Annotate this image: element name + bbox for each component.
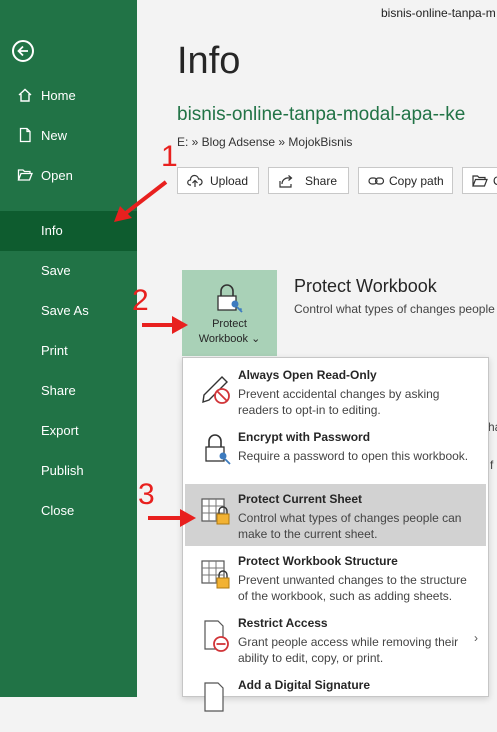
sidebar-item-publish[interactable]: Publish — [0, 451, 137, 491]
protect-workbook-button[interactable]: Protect Workbook ⌄ — [182, 270, 277, 356]
upload-label: Upload — [210, 174, 249, 188]
folder-icon — [472, 175, 488, 187]
menu-item-title: Protect Workbook Structure — [238, 554, 398, 568]
copy-path-label: Copy path — [389, 174, 444, 188]
menu-item-title: Encrypt with Password — [238, 430, 371, 444]
menu-item-protect-current-sheet[interactable]: Protect Current Sheet Control what types… — [185, 484, 486, 546]
menu-item-description: Require a password to open this workbook… — [238, 449, 469, 463]
menu-item-description: Prevent unwanted changes to the structur… — [238, 573, 467, 603]
sidebar-item-label: Save As — [41, 303, 89, 318]
protect-workbook-title: Protect Workbook — [294, 276, 437, 296]
sidebar-item-label: Publish — [41, 463, 84, 478]
pencil-no-icon — [202, 376, 230, 404]
sidebar-item-new[interactable]: New — [0, 116, 137, 156]
upload-button[interactable]: Upload — [177, 167, 259, 194]
menu-item-description: Control what types of changes people can… — [238, 511, 462, 541]
sidebar-item-label: Info — [41, 223, 63, 238]
open-location-button[interactable]: O — [462, 167, 497, 194]
chevron-right-icon: › — [474, 631, 478, 645]
menu-item-protect-workbook-structure[interactable]: Protect Workbook Structure Prevent unwan… — [185, 546, 486, 608]
annotation-arrow-2 — [142, 316, 188, 334]
hidden-text-fragment: f — [490, 458, 494, 472]
workbook-lock-icon — [201, 560, 230, 589]
protect-workbook-menu: Always Open Read-Only Prevent accidental… — [182, 357, 489, 712]
new-doc-icon — [19, 127, 31, 143]
link-icon — [368, 177, 385, 185]
open-location-label: O — [493, 174, 497, 188]
file-name: bisnis-online-tanpa-modal-apa--ke — [177, 104, 466, 125]
menu-item-title: Restrict Access — [238, 616, 328, 630]
sidebar-item-save[interactable]: Save — [0, 251, 137, 291]
sidebar-item-export[interactable]: Export — [0, 411, 137, 451]
share-label: Share — [305, 174, 338, 188]
sidebar-item-label: New — [41, 128, 68, 143]
page-title: Info — [177, 40, 241, 82]
hidden-text-fragment: ha — [488, 420, 497, 434]
home-icon — [18, 88, 32, 102]
share-icon — [279, 175, 293, 188]
upload-icon — [187, 174, 203, 187]
sidebar-item-label: Open — [41, 168, 73, 183]
lock-key-icon — [205, 434, 231, 465]
sheet-lock-icon — [201, 498, 230, 525]
menu-item-always-open-read-only[interactable]: Always Open Read-Only Prevent accidental… — [185, 360, 486, 422]
menu-item-title: Protect Current Sheet — [238, 492, 363, 506]
sidebar-item-label: Share — [41, 383, 76, 398]
copy-path-button[interactable]: Copy path — [358, 167, 453, 194]
share-button[interactable]: Share — [268, 167, 349, 194]
menu-item-title: Add a Digital Signature — [238, 678, 371, 692]
sidebar-item-print[interactable]: Print — [0, 331, 137, 371]
sidebar-item-save-as[interactable]: Save As — [0, 291, 137, 331]
breadcrumb: E: » Blog Adsense » MojokBisnis — [177, 135, 353, 149]
menu-item-add-digital-signature[interactable]: Add a Digital Signature — [185, 670, 486, 732]
protect-workbook-description: Control what types of changes people — [294, 302, 495, 316]
menu-item-title: Always Open Read-Only — [238, 368, 377, 382]
menu-item-restrict-access[interactable]: Restrict Access Grant people access whil… — [185, 608, 486, 670]
sidebar-item-close[interactable]: Close — [0, 491, 137, 531]
menu-item-encrypt-with-password[interactable]: Encrypt with Password Require a password… — [185, 422, 486, 484]
annotation-arrow-3 — [148, 509, 196, 527]
sidebar-item-label: Print — [41, 343, 68, 358]
doc-restrict-icon — [204, 620, 229, 652]
sidebar-item-label: Export — [41, 423, 79, 438]
folder-icon — [17, 169, 33, 181]
sidebar-item-label: Home — [41, 88, 76, 103]
sidebar-item-home[interactable]: Home — [0, 76, 137, 116]
signature-icon — [204, 682, 224, 712]
menu-item-description: Grant people access while removing their… — [238, 635, 459, 665]
menu-item-description: Prevent accidental changes by asking rea… — [238, 387, 440, 417]
back-arrow-icon[interactable] — [12, 40, 34, 62]
annotation-arrow-1 — [114, 180, 168, 222]
step-number-1: 1 — [161, 140, 178, 173]
sidebar-item-share[interactable]: Share — [0, 371, 137, 411]
lock-key-icon — [217, 284, 243, 313]
backstage-sidebar: Home New Open Info Save Save As Print Sh… — [0, 0, 137, 697]
sidebar-item-label: Save — [41, 263, 71, 278]
window-title: bisnis-online-tanpa-m — [381, 6, 496, 20]
sidebar-item-label: Close — [41, 503, 75, 518]
protect-workbook-label: Protect Workbook ⌄ — [198, 318, 261, 345]
